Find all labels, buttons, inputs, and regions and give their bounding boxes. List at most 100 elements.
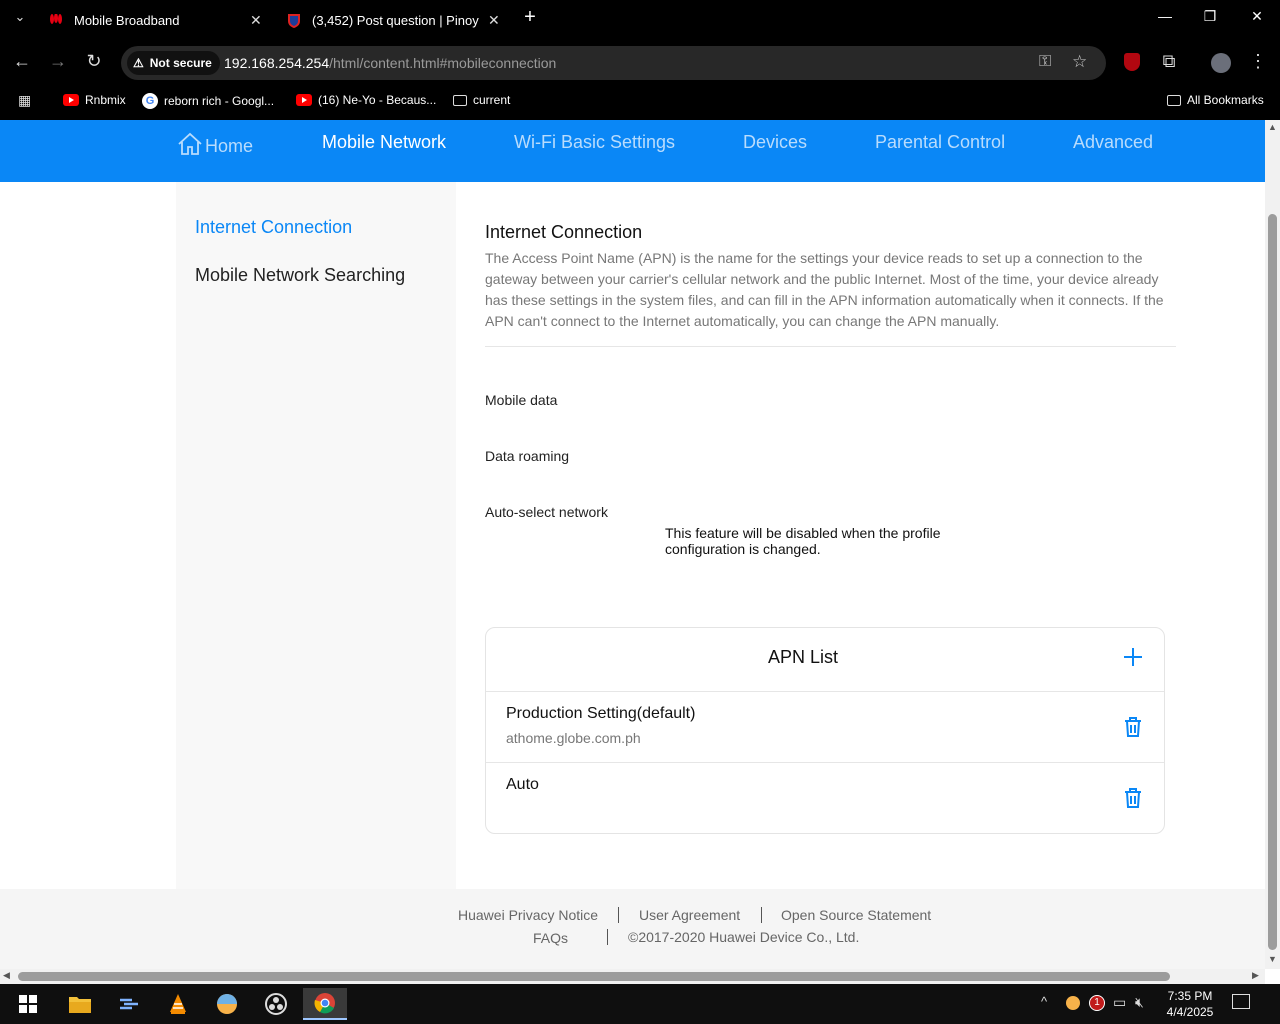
- time: 7:35 PM: [1167, 989, 1213, 1003]
- tab-title: (3,452) Post question | Pinoy Int: [312, 13, 482, 28]
- open-source-statement-link[interactable]: Open Source Statement: [781, 907, 931, 923]
- shield-favicon-icon: [286, 13, 302, 29]
- mobile-data-label: Mobile data: [485, 392, 558, 408]
- browser-toolbar: ← → ↻ ⚠ Not secure 192.168.254.254/html/…: [0, 41, 1280, 85]
- scroll-right-icon[interactable]: ▶: [1252, 970, 1259, 981]
- delete-icon[interactable]: [1122, 716, 1144, 738]
- forward-icon[interactable]: →: [46, 51, 70, 72]
- delete-icon[interactable]: [1122, 787, 1144, 809]
- minimize-icon[interactable]: —: [1153, 8, 1177, 24]
- add-apn-icon[interactable]: [1122, 646, 1144, 668]
- file-explorer-icon[interactable]: [58, 988, 102, 1020]
- scroll-up-icon[interactable]: ▲: [1268, 122, 1277, 132]
- nav-advanced[interactable]: Advanced: [1073, 132, 1153, 153]
- vertical-scroll-thumb[interactable]: [1268, 214, 1277, 950]
- sidebar-item-mobile-network-searching[interactable]: Mobile Network Searching: [195, 265, 405, 286]
- back-icon[interactable]: ←: [10, 51, 34, 72]
- auto-select-note: This feature will be disabled when the p…: [665, 525, 941, 557]
- section-description: The Access Point Name (APN) is the name …: [485, 250, 1164, 329]
- bookmarks-bar: ▦ Rnbmix Greborn rich - Googl... (16) Ne…: [0, 85, 1280, 120]
- warning-icon: ⚠: [133, 56, 144, 70]
- vertical-scrollbar[interactable]: ▲ ▼: [1265, 120, 1280, 969]
- nav-wifi-basic-settings[interactable]: Wi-Fi Basic Settings: [514, 132, 675, 153]
- star-icon[interactable]: ☆: [1072, 52, 1087, 72]
- close-tab-icon[interactable]: ✕: [250, 12, 262, 29]
- apn-list-item[interactable]: Production Setting(default) athome.globe…: [486, 691, 1164, 762]
- section-title: Internet Connection: [485, 222, 643, 242]
- address-bar[interactable]: ⚠ Not secure 192.168.254.254/html/conten…: [121, 46, 1106, 80]
- date: 4/4/2025: [1166, 1005, 1214, 1019]
- network-icon[interactable]: ▭: [1113, 994, 1126, 1011]
- bookmark-reborn-rich[interactable]: Greborn rich - Googl...: [142, 93, 274, 109]
- bookmark-rnbmix[interactable]: Rnbmix: [63, 93, 126, 107]
- app-icon[interactable]: [205, 988, 249, 1020]
- close-window-icon[interactable]: ✕: [1245, 8, 1269, 25]
- footer: Huawei Privacy Notice User Agreement Ope…: [0, 889, 1265, 969]
- browser-tab-mobile-broadband[interactable]: Mobile Broadband ✕: [34, 0, 274, 41]
- auto-select-network-label: Auto-select network: [485, 504, 608, 520]
- clock[interactable]: 7:35 PM 4/4/2025: [1160, 988, 1220, 1020]
- browser-tab-bar: ⌄ Mobile Broadband ✕ (3,452) Post questi…: [0, 0, 1280, 41]
- bookmark-ne-yo[interactable]: (16) Ne-Yo - Becaus...: [296, 93, 436, 107]
- security-indicator[interactable]: ⚠ Not secure: [127, 51, 220, 75]
- user-agreement-link[interactable]: User Agreement: [639, 907, 740, 923]
- bookmark-label: current: [473, 93, 511, 107]
- apn-list-item[interactable]: Auto: [486, 762, 1164, 833]
- browser-tab-post-question[interactable]: (3,452) Post question | Pinoy Int ✕: [276, 0, 504, 41]
- obs-icon[interactable]: [254, 988, 298, 1020]
- youtube-icon: [296, 94, 312, 106]
- ublock-extension-icon[interactable]: [1124, 53, 1140, 71]
- reload-icon[interactable]: ↻: [82, 51, 106, 72]
- all-bookmarks[interactable]: All Bookmarks: [1167, 93, 1264, 107]
- privacy-notice-link[interactable]: Huawei Privacy Notice: [458, 907, 598, 923]
- scroll-down-icon[interactable]: ▼: [1268, 954, 1277, 964]
- main-navigation: Home Mobile Network Wi-Fi Basic Settings…: [0, 120, 1265, 182]
- home-icon: [177, 132, 203, 161]
- nav-devices[interactable]: Devices: [743, 132, 807, 153]
- start-icon[interactable]: [6, 988, 50, 1020]
- bookmark-label: reborn rich - Googl...: [164, 94, 275, 108]
- notification-badge[interactable]: 1: [1089, 995, 1105, 1011]
- youtube-icon: [63, 94, 79, 106]
- apps-icon[interactable]: ▦: [18, 92, 31, 109]
- key-icon[interactable]: ⚿: [1039, 53, 1051, 71]
- tab-title: Mobile Broadband: [74, 13, 180, 28]
- faqs-link[interactable]: FAQs: [533, 930, 568, 946]
- menu-icon[interactable]: ⋮: [1246, 51, 1270, 72]
- new-tab-icon[interactable]: +: [518, 6, 542, 29]
- apn-list-title: APN List: [767, 647, 839, 667]
- horizontal-scrollbar[interactable]: ◀ ▶: [0, 969, 1265, 984]
- sidebar-item-internet-connection[interactable]: Internet Connection: [195, 217, 352, 238]
- scroll-left-icon[interactable]: ◀: [3, 970, 10, 981]
- volume-muted-icon[interactable]: 🔇︎: [1135, 994, 1144, 1011]
- close-tab-icon[interactable]: ✕: [488, 12, 500, 29]
- app-icon[interactable]: [107, 988, 151, 1020]
- profile-avatar[interactable]: [1211, 53, 1231, 73]
- restore-icon[interactable]: ❐: [1198, 8, 1222, 25]
- bookmark-label: Rnbmix: [85, 93, 126, 107]
- tray-app-icon[interactable]: [1066, 996, 1080, 1010]
- chrome-icon[interactable]: [303, 988, 347, 1020]
- sidebar: Internet Connection Mobile Network Searc…: [176, 182, 456, 889]
- vlc-icon[interactable]: [156, 988, 200, 1020]
- footer-separator: [607, 929, 608, 945]
- footer-separator: [618, 907, 619, 923]
- bookmark-folder-current[interactable]: current: [453, 93, 510, 107]
- apn-address: athome.globe.com.ph: [506, 730, 641, 746]
- url-text[interactable]: 192.168.254.254/html/content.html#mobile…: [224, 55, 556, 71]
- nav-home[interactable]: Home: [177, 132, 253, 161]
- all-bookmarks-label: All Bookmarks: [1187, 93, 1264, 107]
- footer-separator: [761, 907, 762, 923]
- nav-parental-control[interactable]: Parental Control: [875, 132, 1005, 153]
- horizontal-scroll-thumb[interactable]: [18, 972, 1170, 981]
- tab-search-icon[interactable]: ⌄: [8, 9, 32, 25]
- windows-taskbar: ^ 1 ▭ 🔇︎ 7:35 PM 4/4/2025: [0, 984, 1280, 1024]
- nav-label: Home: [205, 136, 254, 156]
- huawei-favicon-icon: [48, 12, 64, 28]
- notifications-icon[interactable]: [1232, 994, 1250, 1009]
- apn-list-panel: APN List Production Setting(default) ath…: [485, 627, 1165, 834]
- nav-mobile-network[interactable]: Mobile Network: [322, 132, 446, 153]
- data-roaming-label: Data roaming: [485, 448, 570, 464]
- show-hidden-icons-icon[interactable]: ^: [1041, 994, 1047, 1009]
- extensions-icon[interactable]: ⧉: [1157, 51, 1181, 72]
